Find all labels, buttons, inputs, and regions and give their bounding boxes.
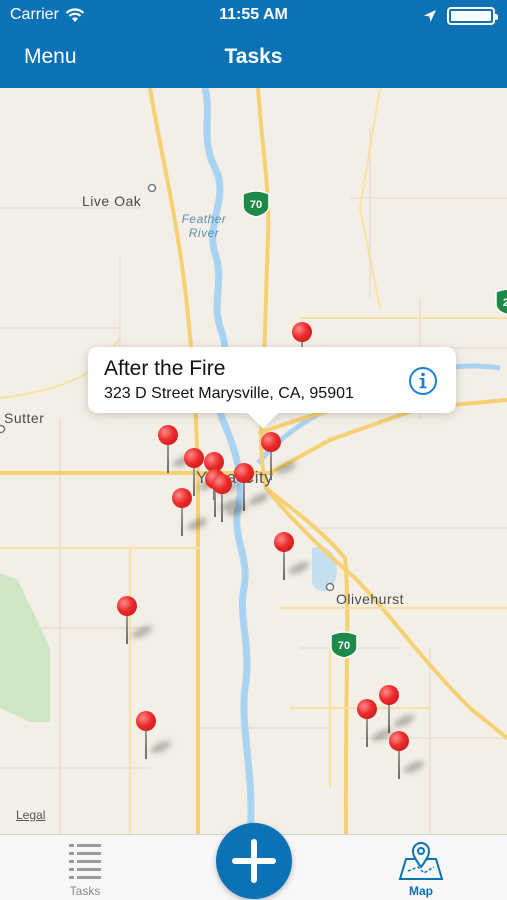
route-shield-label: 70	[338, 640, 350, 652]
town-dot-olivehurst	[325, 582, 335, 592]
map-pin[interactable]	[379, 685, 416, 735]
tab-map[interactable]: Map	[361, 835, 481, 900]
pin-callout[interactable]: After the Fire 323 D Street Marysville, …	[88, 347, 456, 413]
town-dot-live-oak	[147, 183, 157, 193]
map-view[interactable]: Live Oak Feather River Sutter Yuba City …	[0, 88, 507, 834]
status-right	[423, 7, 498, 25]
route-shield-icon: 70	[242, 190, 270, 218]
map-label-feather-river: Feather River	[181, 212, 227, 240]
map-label-olivehurst: Olivehurst	[336, 591, 405, 607]
map-pin[interactable]	[136, 711, 173, 761]
map-pin[interactable]	[117, 596, 154, 646]
route-shield-icon: 20	[495, 288, 507, 316]
map-icon	[398, 842, 444, 880]
map-pin[interactable]	[389, 731, 426, 781]
map-label-live-oak: Live Oak	[82, 193, 142, 209]
map-pin[interactable]	[212, 474, 249, 524]
list-icon	[69, 844, 101, 879]
add-task-button[interactable]	[216, 823, 292, 899]
menu-button[interactable]: Menu	[24, 45, 77, 69]
map-pin[interactable]	[158, 425, 195, 475]
tab-tasks-label: Tasks	[69, 884, 101, 898]
callout-title: After the Fire	[104, 357, 226, 380]
route-shield-label: 70	[250, 199, 262, 211]
map-label-sutter: Sutter	[4, 410, 45, 426]
tab-map-label: Map	[409, 884, 433, 898]
map-pin[interactable]	[274, 532, 311, 582]
battery-fill	[451, 11, 491, 21]
route-shield-label: 20	[503, 297, 507, 309]
plus-icon	[232, 839, 276, 883]
callout-address: 323 D Street Marysville, CA, 95901	[104, 385, 354, 402]
town-dot-sutter	[0, 424, 6, 434]
map-pin[interactable]	[261, 432, 298, 482]
navigation-bar: Menu Tasks	[0, 30, 507, 88]
route-shield-icon: 70	[330, 631, 358, 659]
info-icon[interactable]	[408, 366, 438, 396]
park-area	[0, 573, 50, 722]
tab-tasks[interactable]: Tasks	[25, 835, 145, 900]
status-bar: Carrier 11:55 AM	[0, 0, 507, 30]
location-arrow-icon	[424, 10, 436, 22]
battery-icon	[447, 7, 498, 25]
map-pin[interactable]	[357, 699, 394, 749]
legal-link[interactable]: Legal	[16, 808, 45, 822]
map-pin[interactable]	[172, 488, 209, 538]
